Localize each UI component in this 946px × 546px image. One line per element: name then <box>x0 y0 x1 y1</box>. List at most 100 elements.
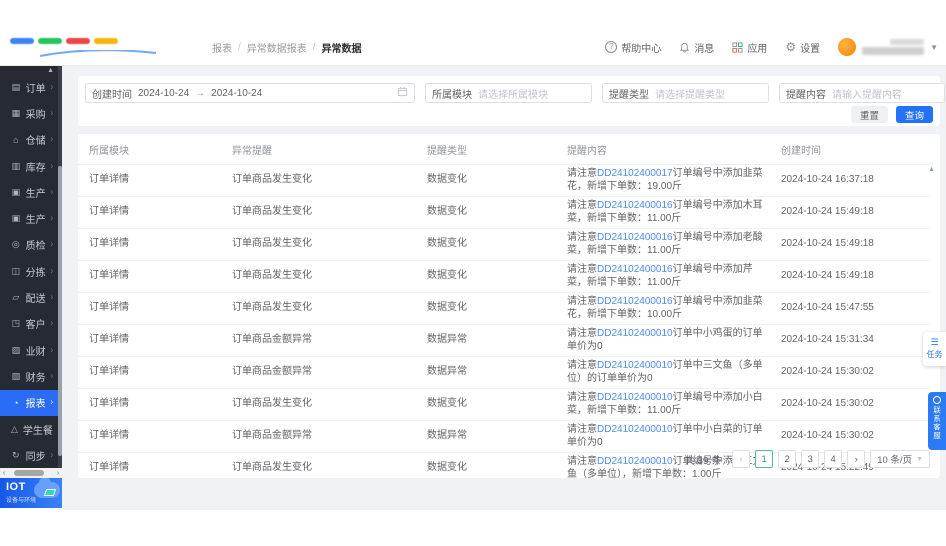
iot-banner[interactable]: IOT 设备与环境 <box>0 478 62 508</box>
help-center-button[interactable]: ? 帮助中心 <box>605 40 661 55</box>
settings-button[interactable]: ⚙ 设置 <box>785 40 820 55</box>
sidebar-item[interactable]: ◔ 报表 › <box>0 390 58 416</box>
next-page-button[interactable]: › <box>847 450 865 468</box>
chevron-right-icon: › <box>51 188 53 197</box>
sidebar-item[interactable]: ▨ 业财 › <box>0 337 58 363</box>
sidebar-hscrollbar[interactable]: ‹ › <box>0 468 62 478</box>
alert-type-select[interactable]: 提醒类型 请选择提醒类型 <box>602 83 769 103</box>
table-row: 订单详情 订单商品发生变化 数据变化 请注意DD24102400017订单编号中… <box>78 165 930 197</box>
page-buttons: 1234 <box>755 450 842 468</box>
order-number-link[interactable]: DD24102400016 <box>597 200 673 211</box>
sidebar-item-label: 质检 <box>26 237 46 252</box>
cell-alert: 订单商品发生变化 <box>221 453 416 485</box>
messages-button[interactable]: 消息 <box>679 40 714 55</box>
sidebar-item[interactable]: ▣ 生产 › <box>0 205 58 231</box>
col-type: 提醒类型 <box>416 134 556 165</box>
table-row: 订单详情 订单商品发生变化 数据变化 请注意DD24102400016订单编号中… <box>78 197 930 229</box>
col-time: 创建时间 <box>770 134 930 165</box>
sidebar-item[interactable]: ▤ 订单 › <box>0 74 58 100</box>
sidebar: ▲ ▤ 订单 › ▦ 采购 › ⌂ 仓储 › ▥ 库存 › <box>0 66 62 468</box>
sidebar-item[interactable]: ◳ 客户 › <box>0 311 58 337</box>
sidebar-item[interactable]: ▦ 采购 › <box>0 100 58 126</box>
page-button[interactable]: 1 <box>755 450 773 468</box>
cell-alert: 订单商品发生变化 <box>221 197 416 229</box>
sidebar-item-label: 客户 <box>26 316 46 331</box>
cell-type: 数据变化 <box>416 389 556 421</box>
module-select[interactable]: 所属模块 请选择所属模块 <box>425 83 592 103</box>
sidebar-item-label: 同步 <box>26 448 46 463</box>
chevron-right-icon: › <box>51 83 53 92</box>
sidebar-item[interactable]: ▱ 配送 › <box>0 284 58 310</box>
contact-support-tab[interactable]: 联系客服 <box>928 392 946 450</box>
question-circle-icon: ? <box>605 41 617 53</box>
reset-button[interactable]: 重置 <box>851 106 888 123</box>
cell-time: 2024-10-24 15:30:02 <box>770 357 930 389</box>
task-float-button[interactable]: ☰ 任务 <box>923 332 946 366</box>
sidebar-item-icon: ⌂ <box>11 135 21 145</box>
breadcrumb-current: 异常数据 <box>322 40 362 55</box>
order-number-link[interactable]: DD24102400010 <box>597 456 673 467</box>
logo-swoosh <box>38 50 158 58</box>
iot-subtitle: 设备与环境 <box>6 495 36 504</box>
sidebar-menu: ▤ 订单 › ▦ 采购 › ⌂ 仓储 › ▥ 库存 › ▣ 生产 <box>0 74 58 468</box>
sidebar-item[interactable]: △ 学生餐 › <box>0 416 58 442</box>
sidebar-item[interactable]: ⌂ 仓储 › <box>0 127 58 153</box>
apps-button[interactable]: 应用 <box>732 40 767 55</box>
range-separator: → <box>195 88 205 99</box>
cell-time: 2024-10-24 16:37:18 <box>770 165 930 197</box>
cell-module: 订单详情 <box>78 261 221 293</box>
module-placeholder: 请选择所属模块 <box>478 86 548 101</box>
calendar-icon <box>397 84 408 102</box>
date-from-value: 2024-10-24 <box>138 88 189 99</box>
page-button[interactable]: 2 <box>778 450 796 468</box>
sidebar-item-icon: ▦ <box>11 108 21 119</box>
sidebar-item[interactable]: ◫ 分拣 › <box>0 258 58 284</box>
sidebar-item[interactable]: ▥ 库存 › <box>0 153 58 179</box>
sidebar-scroll-up-icon[interactable]: ▲ <box>47 67 54 74</box>
app-window: 报表 / 异常数据报表 / 异常数据 ? 帮助中心 消息 <box>0 0 946 546</box>
order-number-link[interactable]: DD24102400016 <box>597 296 673 307</box>
scroll-right-icon[interactable]: › <box>54 470 62 477</box>
table-row: 订单详情 订单商品发生变化 数据变化 请注意DD24102400016订单编号中… <box>78 261 930 293</box>
sidebar-item[interactable]: ▣ 生产 › <box>0 179 58 205</box>
order-number-link[interactable]: DD24102400010 <box>597 328 673 339</box>
hscroll-thumb[interactable] <box>14 470 44 476</box>
table-body: 订单详情 订单商品发生变化 数据变化 请注意DD24102400017订单编号中… <box>78 165 930 485</box>
breadcrumb: 报表 / 异常数据报表 / 异常数据 <box>212 40 362 55</box>
type-placeholder: 请选择提醒类型 <box>655 86 725 101</box>
page-button[interactable]: 3 <box>801 450 819 468</box>
table-scroll-up-icon[interactable]: ▲ <box>928 166 935 173</box>
date-range-picker[interactable]: 创建时间 2024-10-24 → 2024-10-24 <box>85 83 415 103</box>
search-button[interactable]: 查询 <box>896 106 933 123</box>
sidebar-item-icon: ▥ <box>11 161 21 172</box>
layers-icon: ☰ <box>930 338 938 347</box>
order-number-link[interactable]: DD24102400016 <box>597 264 673 275</box>
order-number-link[interactable]: DD24102400017 <box>597 168 673 179</box>
cell-content: 请注意DD24102400010订单编号中添加小白菜，新增下单数：11.00斤 <box>556 389 770 421</box>
page-button[interactable]: 4 <box>824 450 842 468</box>
page-size-select[interactable]: 10 条/页 ▼ <box>870 450 930 468</box>
sidebar-item[interactable]: ▧ 财务 › <box>0 363 58 389</box>
avatar <box>838 38 856 56</box>
order-number-link[interactable]: DD24102400010 <box>597 360 673 371</box>
cell-time: 2024-10-24 15:49:18 <box>770 261 930 293</box>
prev-page-button[interactable]: ‹ <box>732 450 750 468</box>
breadcrumb-root[interactable]: 报表 <box>212 40 232 55</box>
col-alert: 异常提醒 <box>221 134 416 165</box>
user-menu[interactable]: ▼ <box>838 38 938 56</box>
order-number-link[interactable]: DD24102400016 <box>597 232 673 243</box>
alert-content-input[interactable]: 提醒内容 请输入提醒内容 <box>779 83 945 103</box>
cell-alert: 订单商品发生变化 <box>221 165 416 197</box>
order-number-link[interactable]: DD24102400010 <box>597 392 673 403</box>
sidebar-item[interactable]: ◎ 质检 › <box>0 232 58 258</box>
order-number-link[interactable]: DD24102400010 <box>597 424 673 435</box>
cell-module: 订单详情 <box>78 325 221 357</box>
cell-type: 数据变化 <box>416 293 556 325</box>
breadcrumb-parent[interactable]: 异常数据报表 <box>247 40 307 55</box>
scroll-left-icon[interactable]: ‹ <box>0 470 8 477</box>
sidebar-item[interactable]: ↻ 同步 › <box>0 442 58 468</box>
cell-content: 请注意DD24102400010订单中小白菜的订单单价为0 <box>556 421 770 453</box>
sidebar-item-label: 分拣 <box>26 264 46 279</box>
cell-alert: 订单商品金额异常 <box>221 421 416 453</box>
cell-type: 数据异常 <box>416 421 556 453</box>
